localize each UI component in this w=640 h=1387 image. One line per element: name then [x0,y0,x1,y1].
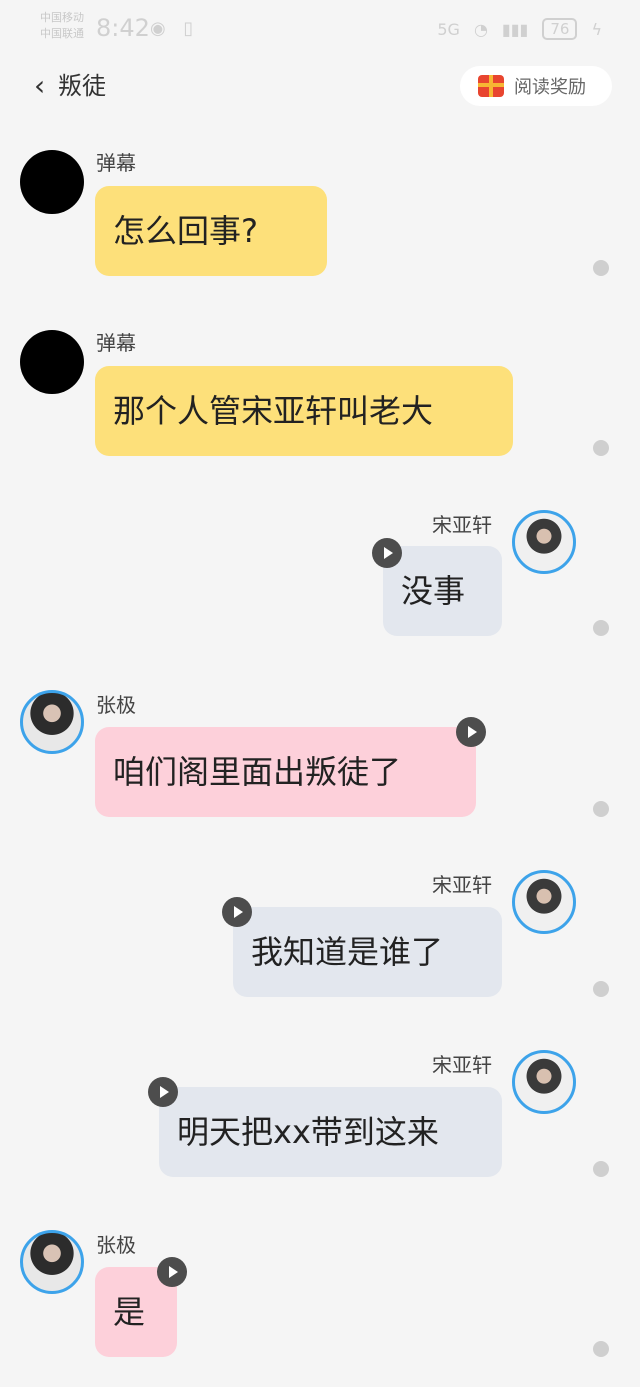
network-icon: 5G [437,19,460,39]
play-voice-icon[interactable] [148,1077,178,1107]
status-icons: ◉ ▯ [150,18,200,39]
message-bubble[interactable]: 那个人管宋亚轩叫老大 [95,366,513,456]
page-title: 叛徒 [58,72,106,100]
message-bubble[interactable]: 明天把xx带到这来 [159,1087,502,1177]
clock: 8:42 [96,14,150,42]
status-right: 5G ◔ ▮▮▮ 76 ϟ [437,18,602,40]
read-dot [593,260,609,276]
avatar[interactable] [512,510,576,574]
sender-name: 宋亚轩 [432,873,492,897]
avatar[interactable] [512,1050,576,1114]
gift-icon [478,75,504,97]
read-dot [593,1161,609,1177]
avatar[interactable] [512,870,576,934]
sender-name: 弹幕 [96,331,136,355]
carrier-1: 中国移动 [40,11,84,24]
reading-reward-label: 阅读奖励 [514,77,586,98]
sender-name: 宋亚轩 [432,1053,492,1077]
sender-name: 张极 [96,693,136,717]
sender-name: 张极 [96,1233,136,1257]
sender-name: 宋亚轩 [432,513,492,537]
message-bubble[interactable]: 我知道是谁了 [233,907,502,997]
message-bubble[interactable]: 怎么回事? [95,186,327,276]
play-voice-icon[interactable] [222,897,252,927]
reading-reward-button[interactable]: 阅读奖励 [460,66,612,106]
signal-icon: ▮▮▮ [501,19,529,39]
back-icon[interactable]: ‹ [34,66,45,106]
message-bubble[interactable]: 没事 [383,546,502,636]
battery-icon: 76 [542,18,578,40]
carrier-2: 中国联通 [40,27,84,40]
sender-name: 弹幕 [96,151,136,175]
status-bar: 中国移动 中国联通 8:42 ◉ ▯ 5G ◔ ▮▮▮ 76 ϟ [0,0,640,60]
avatar[interactable] [20,690,84,754]
carrier-labels: 中国移动 中国联通 [40,10,84,42]
message-bubble[interactable]: 咱们阁里面出叛徒了 [95,727,476,817]
avatar[interactable] [20,330,84,394]
read-dot [593,620,609,636]
read-dot [593,981,609,997]
read-dot [593,440,609,456]
avatar[interactable] [20,1230,84,1294]
read-dot [593,1341,609,1357]
avatar[interactable] [20,150,84,214]
play-voice-icon[interactable] [372,538,402,568]
play-voice-icon[interactable] [456,717,486,747]
read-dot [593,801,609,817]
wifi-icon: ◔ [473,19,488,39]
play-voice-icon[interactable] [157,1257,187,1287]
charging-icon: ϟ [591,19,602,39]
